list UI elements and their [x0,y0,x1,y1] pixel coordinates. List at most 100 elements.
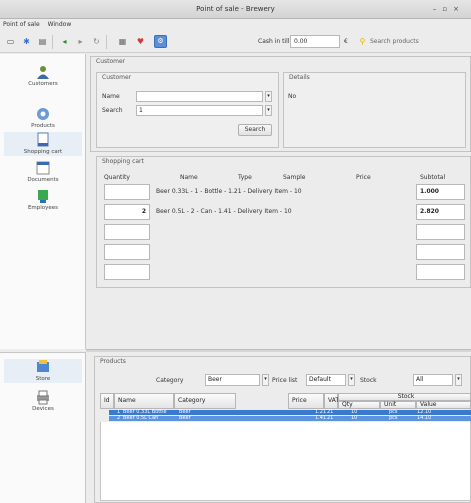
customer-details-box [283,72,466,148]
minimize-icon[interactable]: – [433,5,443,13]
print-icon[interactable]: ▤ [38,37,47,46]
forward-icon[interactable]: ▸ [76,37,85,46]
users-icon [38,190,48,203]
sidebar-item-label: Customers [28,81,58,87]
maximize-icon[interactable]: ▫ [442,5,453,13]
currency-label: € [344,38,348,45]
customer-left-title: Customer [100,74,134,81]
sidebar-item-label: Documents [27,177,59,183]
cell-value: 14.10 [417,415,432,421]
cart-subtotal-empty[interactable] [416,244,465,260]
sidebar-item-employees[interactable]: Employees [4,188,82,211]
cash-label: Cash in till [258,38,290,45]
cart-qty-input-empty[interactable] [104,224,150,240]
cart-subtotal-field[interactable]: 2.820 [416,204,465,220]
products-header-category[interactable]: Category [174,393,236,409]
cart-group-title: Shopping cart [100,158,146,165]
cart-icon [37,132,49,147]
cart-subtotal-empty[interactable] [416,264,465,280]
stock-label: Stock [360,377,377,384]
heart-icon[interactable]: ♥ [136,37,145,46]
window-title: Point of sale - Brewery [196,5,275,13]
sidebar-item-shopping-cart[interactable]: Shopping cart [4,132,82,156]
cart-subtotal-empty[interactable] [416,224,465,240]
sidebar-item-devices[interactable]: Devices [4,389,82,412]
cart-qty-input[interactable]: 2 [104,204,150,220]
products-group-title: Products [98,358,128,365]
sidebar-item-products[interactable]: Products [4,106,82,129]
search-label: Search [102,107,123,114]
category-label: Category [156,377,184,384]
documents-icon [36,161,50,175]
cell-category: Beer [179,415,191,421]
stock-dropdown-icon[interactable]: ▾ [455,374,462,386]
cart-header-subtotal: Subtotal [420,174,446,181]
products-header-vat[interactable]: VAT [324,393,339,409]
cell-id: 2 [117,415,121,421]
cart-subtotal-field[interactable]: 1.000 [416,184,465,200]
settings-icon[interactable]: ⚙ [154,35,167,48]
sidebar-item-store[interactable]: Store [4,359,82,383]
price-list-label: Price list [272,377,298,384]
cart-header-quantity: Quantity [104,174,130,181]
menu-item-pos[interactable]: Point of sale [3,21,40,28]
cart-header-name: Name [180,174,198,181]
table-row[interactable]: 2 Beer 0.5L Can Beer 1.41 21 10 pcs 14.1… [109,416,471,421]
search-dropdown-icon[interactable]: ▾ [265,105,272,116]
name-label: Name [102,93,120,100]
search-products-input[interactable]: Search products [370,38,419,45]
sidebar-item-customers[interactable]: Customers [4,64,82,87]
toolbar: ▭ ✱ ▤ ◂ ▸ ↻ ▦ ♥ ⚙ Cash in till 0.00 € ⚲ … [0,31,471,53]
cart-qty-input[interactable] [104,184,150,200]
cart-header-price: Price [356,174,371,181]
cart-qty-input-empty[interactable] [104,264,150,280]
stock-sub-value[interactable]: Value [416,401,471,409]
cell-name: Beer 0.5L Can [123,415,159,421]
back-icon[interactable]: ◂ [60,37,69,46]
category-select[interactable]: Beer [205,374,260,386]
cash-input[interactable]: 0.00 [290,35,340,48]
sidebar-item-label: Store [35,376,51,382]
products-header-price[interactable]: Price [288,393,324,409]
star-icon[interactable]: ✱ [22,37,31,46]
search-button[interactable]: Search [238,124,272,136]
customers-icon [37,66,49,79]
products-header-name[interactable]: Name [114,393,174,409]
menu-bar: Point of sale Window [0,19,471,31]
cart-qty-input-empty[interactable] [104,244,150,260]
name-dropdown-icon[interactable]: ▾ [265,91,272,102]
grid-icon[interactable]: ▦ [118,37,127,46]
sidebar-item-label: Products [31,123,55,129]
details-value: No [288,93,297,100]
cell-vat: 21 [327,415,334,421]
cell-price: 1.41 [315,415,327,421]
price-list-dropdown-icon[interactable]: ▾ [348,374,355,386]
products-table-body[interactable] [100,422,471,501]
products-header-id[interactable]: Id [100,393,114,409]
refresh-icon[interactable]: ↻ [92,37,101,46]
products-header-stock[interactable]: Stock [338,393,471,401]
sidebar-item-label: Employees [27,205,59,211]
stock-select[interactable]: All [413,374,453,386]
sidebar-item-documents[interactable]: Documents [4,160,82,183]
name-field[interactable] [136,91,263,102]
cart-row-text: Beer 0.33L - 1 - Bottle - 1.21 - Deliver… [156,188,302,195]
customer-group-title: Customer [94,58,128,65]
stock-sub-unit[interactable]: Unit [380,401,416,409]
toolbar-separator [106,35,107,49]
window-controls[interactable]: –▫× [433,5,465,13]
price-list-select[interactable]: Default [306,374,346,386]
category-dropdown-icon[interactable]: ▾ [262,374,269,386]
search-icon: ⚲ [359,37,366,46]
new-icon[interactable]: ▭ [6,37,15,46]
search-field[interactable]: 1 [136,105,263,116]
sidebar-bottom: Store Devices [0,352,86,503]
cart-header-type: Type [238,174,252,181]
stock-sub-qty[interactable]: Qty [338,401,380,409]
print-icon [37,390,49,405]
customer-right-title: Details [287,74,312,81]
close-icon[interactable]: × [453,5,465,13]
menu-item-window[interactable]: Window [48,21,72,28]
cell-unit: pcs [389,415,398,421]
toolbar-separator [52,35,53,49]
